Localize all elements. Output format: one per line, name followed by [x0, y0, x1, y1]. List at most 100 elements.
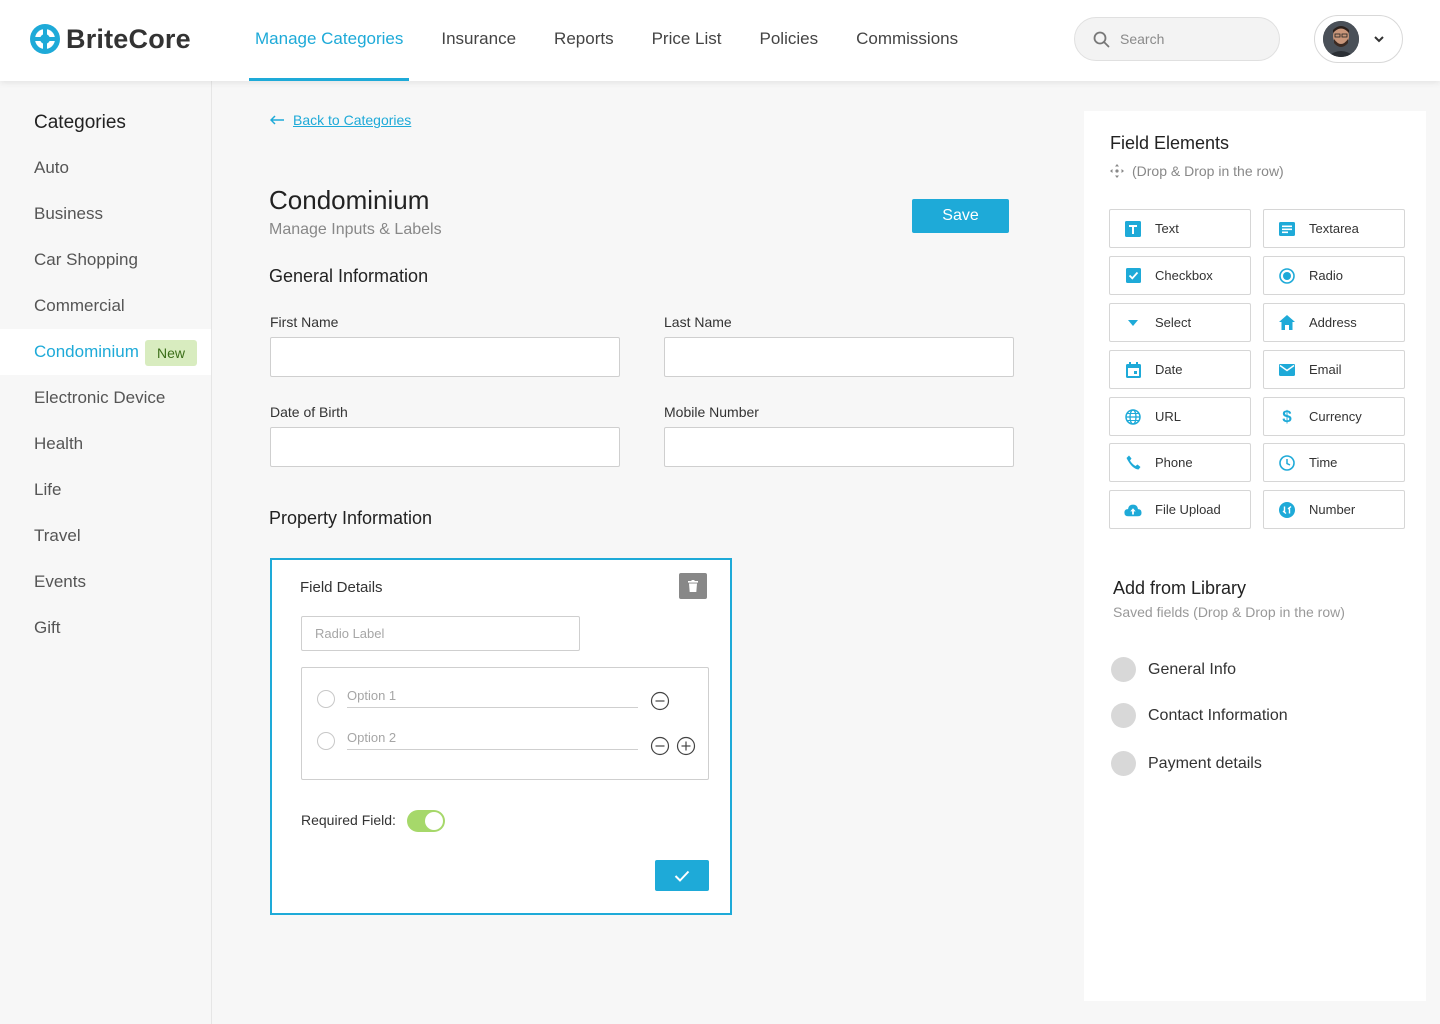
user-menu[interactable]	[1314, 15, 1403, 63]
last-name-field[interactable]	[664, 337, 1014, 377]
check-icon	[674, 870, 690, 882]
sidebar-item-commercial[interactable]: Commercial	[0, 283, 211, 329]
property-information-heading: Property Information	[269, 508, 433, 528]
library-item-contact-information[interactable]: Contact Information	[1111, 703, 1288, 728]
field-elements-title: Field Elements	[1110, 133, 1230, 153]
option-2-radio[interactable]	[317, 732, 335, 750]
confirm-field-button[interactable]	[655, 860, 709, 891]
calendar-icon	[1124, 361, 1142, 379]
textarea-icon	[1278, 220, 1296, 238]
arrow-left-icon	[270, 115, 284, 125]
delete-field-button[interactable]	[679, 573, 707, 599]
required-field-label: Required Field:	[301, 812, 396, 828]
new-badge: New	[145, 340, 198, 366]
field-element-file-upload[interactable]: File Upload	[1109, 490, 1251, 529]
nav-item-insurance[interactable]: Insurance	[435, 0, 522, 81]
field-element-radio[interactable]: Radio	[1263, 256, 1405, 295]
mobile-number-label: Mobile Number	[664, 404, 759, 420]
date-of-birth-field[interactable]	[270, 427, 620, 467]
page-title: Condominium	[269, 185, 430, 215]
nav-item-manage-categories[interactable]: Manage Categories	[249, 0, 410, 81]
first-name-label: First Name	[270, 314, 339, 330]
add-from-library-title: Add from Library	[1113, 578, 1247, 598]
field-element-number[interactable]: Number	[1263, 490, 1405, 529]
sidebar-item-gift[interactable]: Gift	[0, 605, 211, 651]
field-elements-panel: Field Elements (Drop & Drop in the row) …	[1084, 111, 1426, 1001]
cloud-upload-icon	[1124, 501, 1142, 519]
save-button[interactable]: Save	[912, 199, 1009, 233]
remove-option-1-icon[interactable]	[650, 691, 670, 711]
nav-item-commissions[interactable]: Commissions	[850, 0, 964, 81]
library-item-payment-details[interactable]: Payment details	[1111, 751, 1262, 776]
search-input[interactable]	[1120, 31, 1260, 47]
trash-icon	[688, 580, 698, 592]
sidebar-item-condominium[interactable]: Condominium New	[0, 329, 211, 375]
globe-icon	[1124, 408, 1142, 426]
field-element-address[interactable]: Address	[1263, 303, 1405, 342]
top-bar: BriteCore Manage Categories Insurance Re…	[0, 0, 1440, 81]
dollar-icon: $	[1282, 406, 1292, 426]
sidebar-item-electronic-device[interactable]: Electronic Device	[0, 375, 211, 421]
number-icon	[1278, 501, 1296, 519]
field-element-currency[interactable]: $ Currency	[1263, 397, 1405, 436]
field-element-date[interactable]: Date	[1109, 350, 1251, 389]
library-item-dot	[1111, 657, 1136, 682]
categories-sidebar: Categories Auto Business Car Shopping Co…	[0, 81, 212, 1024]
field-details-title: Field Details	[300, 579, 383, 596]
field-element-textarea[interactable]: Textarea	[1263, 209, 1405, 248]
last-name-label: Last Name	[664, 314, 732, 330]
phone-icon	[1124, 454, 1142, 472]
nav-item-price-list[interactable]: Price List	[646, 0, 728, 81]
search-icon	[1093, 31, 1110, 47]
field-elements-hint: (Drop & Drop in the row)	[1110, 163, 1284, 179]
library-item-dot	[1111, 703, 1136, 728]
checkbox-icon	[1124, 267, 1142, 285]
field-element-email[interactable]: Email	[1263, 350, 1405, 389]
clock-icon	[1278, 454, 1296, 472]
field-element-phone[interactable]: Phone	[1109, 443, 1251, 482]
sidebar-title: Categories	[34, 112, 126, 133]
date-of-birth-label: Date of Birth	[270, 404, 348, 420]
nav-item-reports[interactable]: Reports	[548, 0, 620, 81]
library-subtitle: Saved fields (Drop & Drop in the row)	[1113, 604, 1345, 620]
radio-icon	[1278, 267, 1296, 285]
field-element-text[interactable]: Text	[1109, 209, 1251, 248]
back-to-categories-link[interactable]: Back to Categories	[270, 112, 411, 128]
add-option-icon[interactable]	[676, 736, 696, 756]
search-box	[1074, 17, 1280, 61]
general-information-heading: General Information	[269, 266, 429, 286]
brand-logo[interactable]: BriteCore	[30, 24, 191, 54]
field-element-checkbox[interactable]: Checkbox	[1109, 256, 1251, 295]
field-element-url[interactable]: URL	[1109, 397, 1251, 436]
sidebar-item-life[interactable]: Life	[0, 467, 211, 513]
field-element-time[interactable]: Time	[1263, 443, 1405, 482]
option-1-radio[interactable]	[317, 690, 335, 708]
field-element-select[interactable]: Select	[1109, 303, 1251, 342]
brand-name: BriteCore	[66, 23, 191, 54]
option-1-input[interactable]	[347, 684, 638, 708]
sidebar-item-health[interactable]: Health	[0, 421, 211, 467]
required-field-toggle[interactable]	[407, 810, 445, 832]
sidebar-item-travel[interactable]: Travel	[0, 513, 211, 559]
toggle-knob	[425, 812, 443, 830]
nav-item-policies[interactable]: Policies	[754, 0, 825, 81]
field-details-card: Field Details Required Field:	[270, 558, 732, 915]
mail-icon	[1278, 361, 1296, 379]
sidebar-item-business[interactable]: Business	[0, 191, 211, 237]
move-icon	[1110, 164, 1124, 178]
sidebar-item-events[interactable]: Events	[0, 559, 211, 605]
library-item-general-info[interactable]: General Info	[1111, 657, 1236, 682]
sidebar-item-auto[interactable]: Auto	[0, 145, 211, 191]
avatar[interactable]	[1323, 21, 1359, 57]
option-2-input[interactable]	[347, 726, 638, 750]
caret-down-icon	[1124, 314, 1142, 332]
logo-mark-icon	[30, 24, 60, 54]
page-subtitle: Manage Inputs & Labels	[269, 221, 442, 238]
remove-option-2-icon[interactable]	[650, 736, 670, 756]
sidebar-item-car-shopping[interactable]: Car Shopping	[0, 237, 211, 283]
main-nav: Manage Categories Insurance Reports Pric…	[249, 0, 990, 81]
chevron-down-icon[interactable]	[1373, 35, 1385, 43]
radio-label-input[interactable]	[301, 616, 580, 651]
mobile-number-field[interactable]	[664, 427, 1014, 467]
first-name-field[interactable]	[270, 337, 620, 377]
